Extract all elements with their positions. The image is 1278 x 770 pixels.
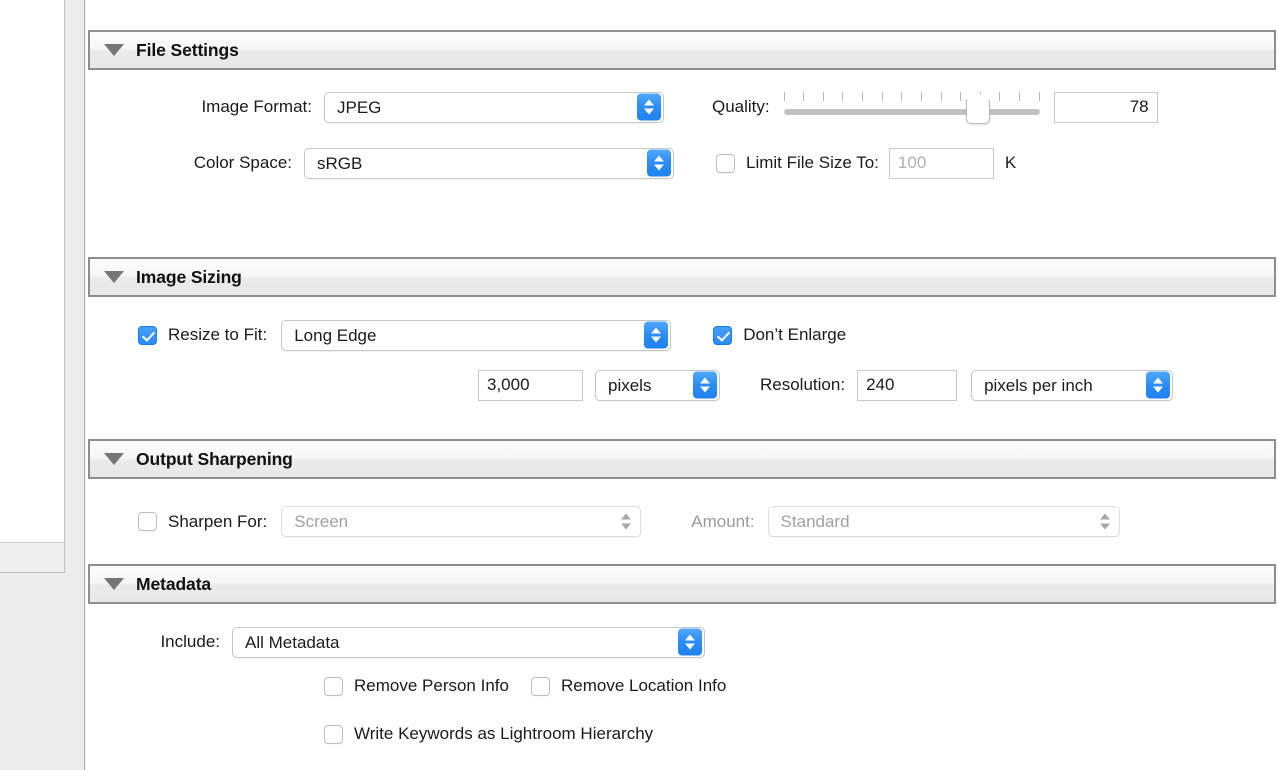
resolution-label: Resolution:: [760, 375, 846, 394]
include-select[interactable]: All Metadata: [232, 626, 705, 658]
section-file-settings: File Settings Image Format: JPEG Quality…: [86, 30, 1278, 257]
color-space-label: Color Space:: [193, 153, 292, 172]
resize-to-fit-checkbox[interactable]: [138, 325, 157, 345]
section-title: Metadata: [136, 573, 212, 594]
quality-slider-ticks: [783, 92, 1040, 101]
panel-gutter: [65, 0, 85, 770]
image-format-value: JPEG: [337, 97, 382, 117]
write-keywords-label: Write Keywords as Lightroom Hierarchy: [354, 724, 654, 743]
preset-panel-footer-row[interactable]: [0, 542, 64, 572]
remove-location-info-label: Remove Location Info: [560, 676, 727, 695]
row-sharpen-for: Sharpen For: Screen Amount: Standard: [86, 479, 1278, 564]
dont-enlarge-checkbox[interactable]: [713, 325, 733, 345]
disclosure-triangle-icon[interactable]: [104, 453, 124, 465]
stepper-up-down-icon[interactable]: [678, 628, 702, 656]
section-metadata: Metadata Include: All Metadata Remove Pe…: [86, 564, 1278, 758]
size-input[interactable]: 3,000: [478, 369, 583, 401]
stepper-up-down-icon[interactable]: [647, 149, 671, 177]
export-dialog-panel: File Settings Image Format: JPEG Quality…: [0, 0, 1278, 770]
color-space-value: sRGB: [317, 153, 363, 173]
section-header-file-settings[interactable]: File Settings: [88, 30, 1276, 70]
section-body-image-sizing: Resize to Fit: Long Edge Don’t Enlarge 3…: [86, 297, 1278, 439]
write-keywords-checkbox[interactable]: [324, 724, 343, 744]
quality-value: 78: [1129, 97, 1149, 116]
sharpen-for-select[interactable]: Screen: [281, 506, 642, 537]
stepper-up-down-icon[interactable]: [637, 93, 661, 121]
dont-enlarge-label: Don’t Enlarge: [743, 325, 847, 344]
export-settings-scroll-area[interactable]: File Settings Image Format: JPEG Quality…: [86, 0, 1278, 770]
row-image-format: Image Format: JPEG Quality: 78: [86, 70, 1278, 132]
stepper-up-down-icon[interactable]: [1146, 371, 1171, 399]
size-value: 3,000: [487, 375, 530, 394]
include-label: Include:: [160, 632, 220, 651]
resolution-unit-value: pixels per inch: [984, 375, 1093, 395]
section-header-metadata[interactable]: Metadata: [88, 564, 1276, 604]
stepper-up-down-icon[interactable]: [693, 371, 717, 399]
section-body-metadata: Include: All Metadata Remove Person Info…: [86, 604, 1278, 758]
resize-to-fit-value: Long Edge: [294, 325, 377, 345]
amount-value: Standard: [780, 512, 850, 531]
color-space-select[interactable]: sRGB: [304, 147, 674, 179]
row-image-size: 3,000 pixels Resolution: 240 pixels per …: [86, 357, 1278, 413]
stepper-up-down-icon[interactable]: [614, 508, 638, 535]
resize-to-fit-select[interactable]: Long Edge: [281, 319, 672, 351]
image-format-select[interactable]: JPEG: [324, 91, 664, 123]
quality-slider[interactable]: [783, 90, 1040, 124]
limit-file-size-label: Limit File Size To:: [746, 153, 879, 172]
resize-to-fit-label: Resize to Fit:: [168, 325, 268, 344]
disclosure-triangle-icon[interactable]: [104, 271, 124, 283]
resolution-value: 240: [866, 375, 895, 394]
limit-file-size-placeholder: 100: [897, 153, 927, 172]
section-body-file-settings: Image Format: JPEG Quality: 78 Color Spa…: [86, 70, 1278, 257]
section-body-output-sharpening: Sharpen For: Screen Amount: Standard: [86, 479, 1278, 564]
size-unit-value: pixels: [608, 375, 652, 395]
resolution-input[interactable]: 240: [857, 369, 958, 401]
quality-slider-thumb[interactable]: [966, 91, 991, 124]
section-title: Output Sharpening: [136, 448, 293, 469]
amount-label: Amount:: [691, 511, 755, 531]
preset-panel: [0, 0, 65, 573]
row-resize-to-fit: Resize to Fit: Long Edge Don’t Enlarge: [86, 297, 1278, 357]
row-color-space: Color Space: sRGB Limit File Size To: 10…: [86, 132, 1278, 194]
limit-file-size-unit: K: [1004, 153, 1017, 172]
quality-slider-track[interactable]: [783, 109, 1040, 115]
sharpen-for-checkbox[interactable]: [138, 512, 157, 531]
section-image-sizing: Image Sizing Resize to Fit: Long Edge Do…: [86, 257, 1278, 439]
quality-input[interactable]: 78: [1053, 91, 1158, 123]
remove-location-info-checkbox[interactable]: [530, 676, 550, 696]
previous-section-tail: [86, 0, 1278, 30]
remove-person-info-checkbox[interactable]: [324, 676, 343, 696]
remove-person-info-label: Remove Person Info: [354, 676, 509, 695]
quality-label: Quality:: [712, 97, 770, 116]
limit-file-size-input[interactable]: 100: [888, 147, 994, 179]
disclosure-triangle-icon[interactable]: [104, 578, 124, 590]
sharpen-for-label: Sharpen For:: [168, 511, 268, 531]
row-include: Include: All Metadata: [86, 604, 1278, 662]
section-header-image-sizing[interactable]: Image Sizing: [88, 257, 1276, 297]
row-remove-info: Remove Person Info Remove Location Info: [86, 662, 1278, 710]
limit-file-size-checkbox[interactable]: [716, 153, 735, 173]
section-title: Image Sizing: [136, 266, 242, 287]
stepper-up-down-icon[interactable]: [644, 321, 669, 349]
section-title: File Settings: [136, 39, 239, 60]
sharpen-for-value: Screen: [294, 512, 349, 531]
include-value: All Metadata: [245, 632, 340, 652]
section-output-sharpening: Output Sharpening Sharpen For: Screen Am…: [86, 439, 1278, 564]
section-header-output-sharpening[interactable]: Output Sharpening: [88, 439, 1276, 479]
row-write-keywords: Write Keywords as Lightroom Hierarchy: [86, 710, 1278, 758]
disclosure-triangle-icon[interactable]: [104, 44, 124, 56]
stepper-up-down-icon[interactable]: [1093, 508, 1117, 535]
size-unit-select[interactable]: pixels: [595, 369, 720, 401]
image-format-label: Image Format:: [201, 97, 312, 116]
amount-select[interactable]: Standard: [767, 506, 1120, 537]
resolution-unit-select[interactable]: pixels per inch: [971, 369, 1174, 401]
